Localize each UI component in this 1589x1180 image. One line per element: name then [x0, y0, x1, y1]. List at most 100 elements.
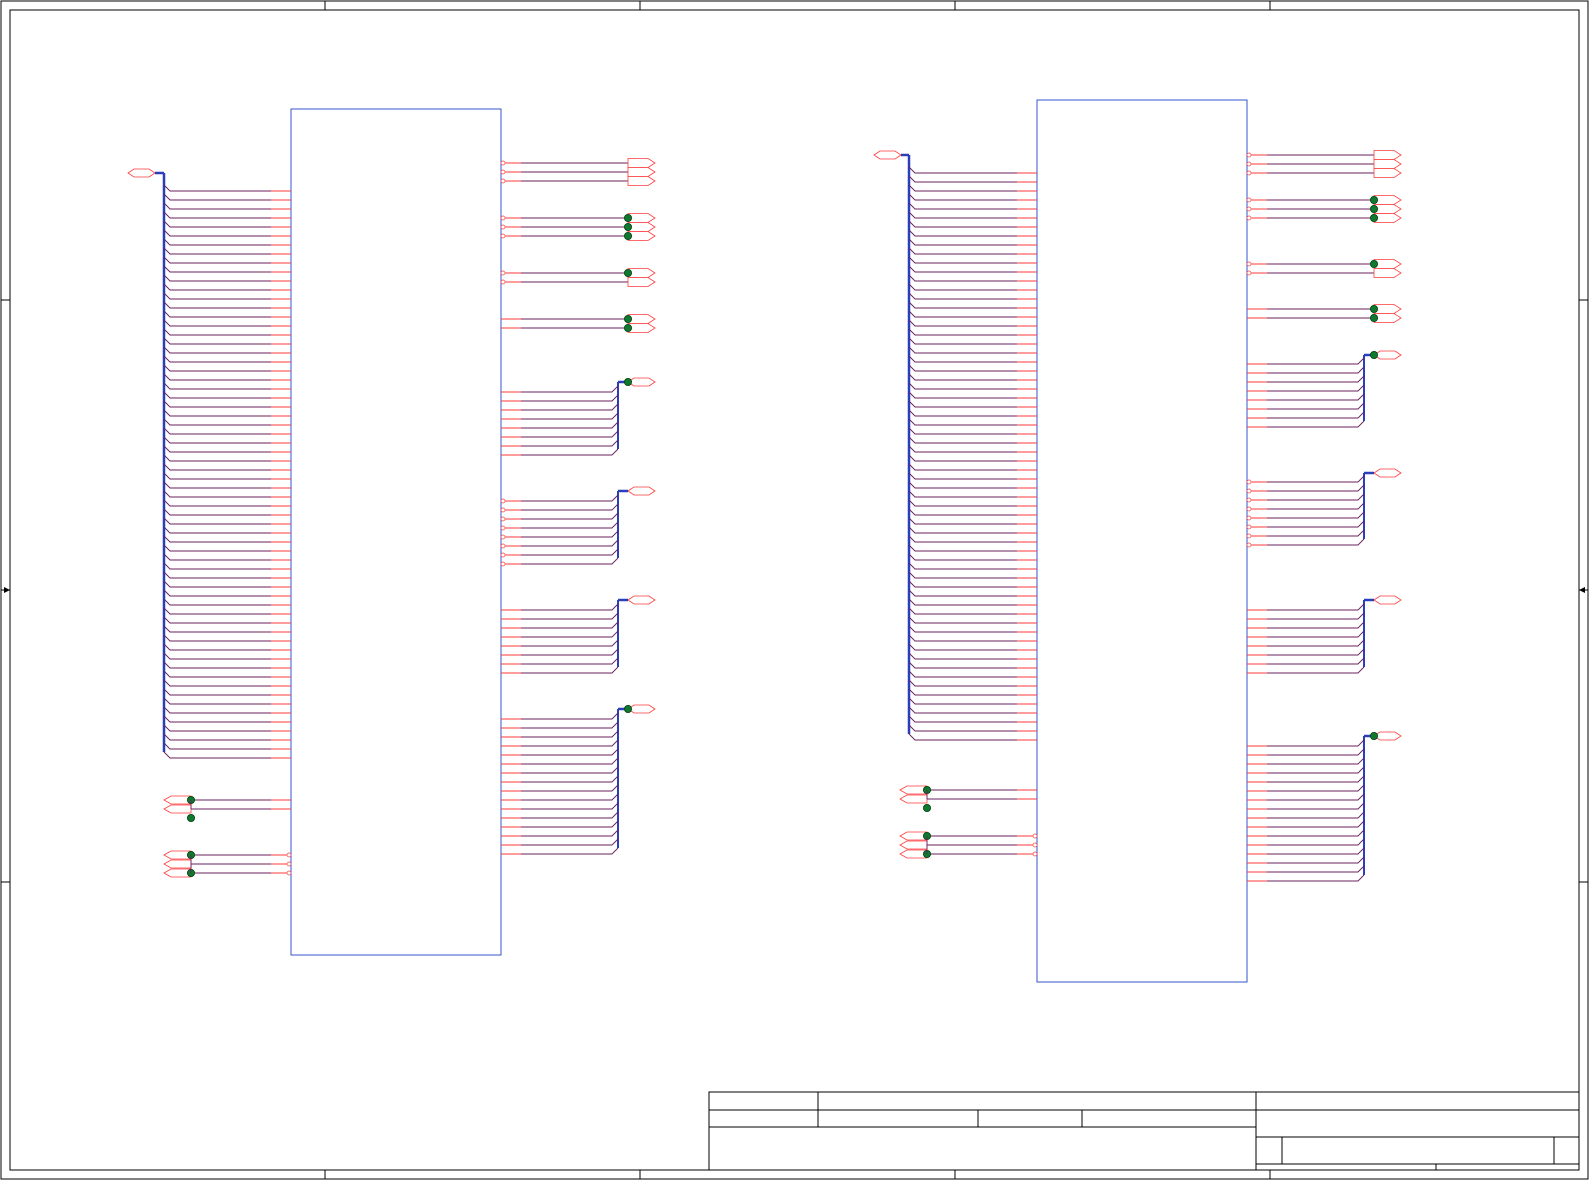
offpage-port-icon[interactable]: [1373, 313, 1402, 323]
bus-entry-wire: [521, 775, 619, 783]
component-u2[interactable]: [873, 99, 1402, 983]
offpage-port-icon[interactable]: [627, 167, 656, 177]
bus-entry-wire: [163, 472, 271, 480]
bus-entry-wire: [163, 193, 271, 201]
bus-entry-wire: [908, 292, 1017, 300]
bus-entry-wire: [521, 557, 619, 565]
bus-entry-wire: [908, 427, 1017, 435]
offpage-port-icon[interactable]: [873, 150, 902, 160]
bus-entry-wire: [163, 355, 271, 363]
bus-entry-wire: [1267, 384, 1365, 392]
offpage-port-icon[interactable]: [1373, 304, 1402, 314]
bus-entry-wire: [163, 283, 271, 291]
bus-entry-wire: [908, 436, 1017, 444]
bus-entry-wire: [521, 412, 619, 420]
bus-entry-wire: [1267, 639, 1365, 647]
offpage-port-icon[interactable]: [1373, 195, 1402, 205]
offpage-port-icon[interactable]: [163, 868, 192, 878]
bus-entry-wire: [1267, 420, 1365, 428]
bus-entry-wire: [908, 490, 1017, 498]
pin-inversion-bubble: [1246, 197, 1252, 203]
offpage-port-icon[interactable]: [627, 268, 656, 278]
offpage-port-icon[interactable]: [1373, 159, 1402, 169]
offpage-port-icon[interactable]: [627, 176, 656, 186]
offpage-port-icon[interactable]: [1373, 150, 1402, 160]
offpage-port-icon[interactable]: [627, 222, 656, 232]
bus-entry-wire: [521, 838, 619, 846]
bus-entry-wire: [908, 238, 1017, 246]
offpage-port-icon[interactable]: [627, 704, 656, 714]
bus-entry-wire: [908, 184, 1017, 192]
bus-entry-wire: [908, 670, 1017, 678]
offpage-port-icon[interactable]: [627, 323, 656, 333]
bus-entry-wire: [908, 688, 1017, 696]
offpage-port-icon[interactable]: [1373, 168, 1402, 178]
offpage-port-icon[interactable]: [1373, 268, 1402, 278]
bus-entry-wire: [163, 697, 271, 705]
net-junction-dot-icon: [624, 231, 633, 240]
offpage-port-icon[interactable]: [1373, 595, 1402, 605]
bus-entry-wire: [521, 793, 619, 801]
net-junction-dot-icon: [624, 314, 633, 323]
offpage-port-icon[interactable]: [899, 840, 928, 850]
offpage-port-icon[interactable]: [163, 850, 192, 860]
component-u1[interactable]: [127, 108, 656, 956]
offpage-port-icon[interactable]: [1373, 259, 1402, 269]
bus-entry-wire: [908, 319, 1017, 327]
bus-entry-wire: [1267, 847, 1365, 855]
offpage-port-icon[interactable]: [899, 831, 928, 841]
offpage-port-icon[interactable]: [627, 377, 656, 387]
offpage-port-icon[interactable]: [627, 213, 656, 223]
bus-entry-wire: [908, 247, 1017, 255]
bus-entry-wire: [1267, 766, 1365, 774]
offpage-port-icon[interactable]: [627, 158, 656, 168]
bus-entry-wire: [908, 481, 1017, 489]
pin-inversion-bubble: [500, 215, 506, 221]
bus-entry-wire: [521, 820, 619, 828]
bus-entry-wire: [908, 283, 1017, 291]
pin-inversion-bubble: [1246, 270, 1252, 276]
bus-entry-wire: [163, 274, 271, 282]
pin-inversion-bubble: [500, 561, 506, 567]
bus-entry-wire: [163, 382, 271, 390]
offpage-port-icon[interactable]: [1373, 468, 1402, 478]
bus-entry-wire: [521, 829, 619, 837]
offpage-port-icon[interactable]: [627, 486, 656, 496]
offpage-port-icon[interactable]: [163, 804, 192, 814]
sheet-frame: [0, 0, 1589, 1180]
offpage-port-icon[interactable]: [163, 795, 192, 805]
bus-entry-wire: [521, 802, 619, 810]
offpage-port-icon[interactable]: [627, 595, 656, 605]
offpage-port-icon[interactable]: [627, 277, 656, 287]
bus-entry-wire: [1267, 802, 1365, 810]
offpage-port-icon[interactable]: [899, 794, 928, 804]
pin-inversion-bubble: [500, 169, 506, 175]
offpage-port-icon[interactable]: [627, 314, 656, 324]
offpage-port-icon[interactable]: [1373, 213, 1402, 223]
pin-inversion-bubble: [1246, 488, 1252, 494]
ic-body[interactable]: [1036, 99, 1248, 983]
bus-entry-wire: [908, 166, 1017, 174]
bus-entry-wire: [163, 634, 271, 642]
offpage-port-icon[interactable]: [1373, 731, 1402, 741]
bus-entry-wire: [908, 535, 1017, 543]
bus-entry-wire: [521, 530, 619, 538]
offpage-port-icon[interactable]: [163, 859, 192, 869]
bus-entry-wire: [1267, 865, 1365, 873]
bus-entry-wire: [163, 301, 271, 309]
offpage-port-icon[interactable]: [899, 785, 928, 795]
bus-entry-wire: [908, 580, 1017, 588]
ic-body[interactable]: [290, 108, 502, 956]
bus-entry-wire: [163, 247, 271, 255]
offpage-port-icon[interactable]: [1373, 350, 1402, 360]
bus-entry-wire: [521, 712, 619, 720]
pin-inversion-bubble: [1246, 524, 1252, 530]
offpage-port-icon[interactable]: [1373, 204, 1402, 214]
pin-inversion-bubble: [1246, 206, 1252, 212]
bus-entry-wire: [908, 697, 1017, 705]
offpage-port-icon[interactable]: [899, 849, 928, 859]
offpage-port-icon[interactable]: [627, 231, 656, 241]
offpage-port-icon[interactable]: [127, 168, 156, 178]
bus-entry-wire: [908, 193, 1017, 201]
bus-entry-wire: [908, 274, 1017, 282]
